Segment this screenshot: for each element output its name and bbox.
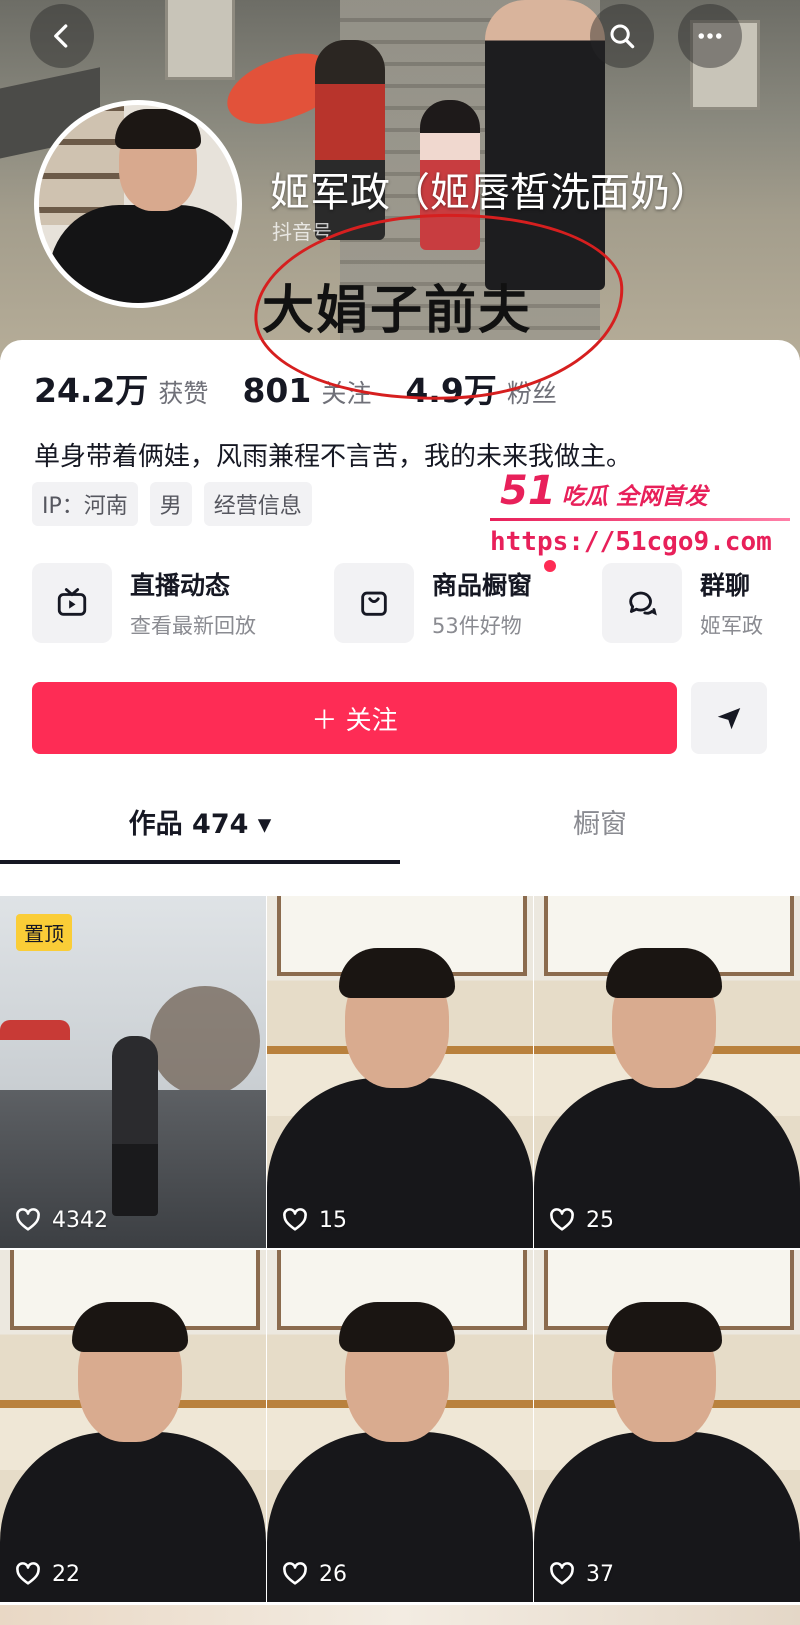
heart-icon xyxy=(16,1208,40,1231)
pinned-badge: 置顶 xyxy=(16,914,72,951)
heart-icon xyxy=(283,1208,307,1231)
thumb-hair xyxy=(606,1302,722,1352)
video-likes: 26 xyxy=(281,1560,347,1588)
thumb-hair xyxy=(339,1302,455,1352)
thumb-hair xyxy=(72,1302,188,1352)
likes-count: 24.2万 xyxy=(34,371,149,410)
back-button[interactable] xyxy=(30,4,94,68)
video-thumbnail[interactable]: 置顶 4342 xyxy=(0,896,266,1248)
feature-title: 群聊 xyxy=(700,571,751,600)
feature-icon-box xyxy=(334,563,414,643)
video-likes: 4342 xyxy=(14,1206,108,1234)
heart-icon xyxy=(550,1208,574,1231)
watermark-brand: 51 吃瓜 全网首发 xyxy=(500,468,790,514)
video-grid: 置顶 4342 15 25 22 26 37 xyxy=(0,896,800,1625)
likes-count: 26 xyxy=(319,1561,347,1587)
video-thumbnail[interactable]: 22 xyxy=(0,1250,266,1602)
likes-label: 获赞 xyxy=(158,379,209,408)
feature-subtitle: 53件好物 xyxy=(432,614,522,638)
video-thumbnail[interactable]: 37 xyxy=(534,1250,800,1602)
feature-icon-box xyxy=(602,563,682,643)
shopping-bag-icon xyxy=(361,591,387,616)
video-thumbnail[interactable]: 25 xyxy=(534,896,800,1248)
content-tabs: 作品 474 ▾ 橱窗 xyxy=(0,780,800,864)
heart-icon xyxy=(550,1562,574,1585)
likes-count: 37 xyxy=(586,1561,614,1587)
heart-icon xyxy=(16,1562,40,1585)
avatar[interactable] xyxy=(34,100,242,308)
watermark: 51 吃瓜 全网首发 https://51cgo9.com xyxy=(490,468,790,557)
watermark-divider xyxy=(490,518,790,521)
heart-icon xyxy=(283,1562,307,1585)
tab-showcase[interactable]: 橱窗 xyxy=(400,780,800,862)
video-likes: 22 xyxy=(14,1560,80,1588)
tag-business-info[interactable]: 经营信息 xyxy=(203,482,312,526)
feature-icon-box xyxy=(32,563,112,643)
tag-gender: 男 xyxy=(149,482,192,526)
feature-title: 直播动态 xyxy=(130,571,231,600)
search-icon xyxy=(610,24,635,49)
feature-entries: 直播动态 查看最新回放 商品橱窗 53件好物 群聊 姬军政 xyxy=(32,560,800,644)
profile-tags: IP：河南 男 经营信息 xyxy=(32,482,312,526)
watermark-text: 吃瓜 全网首发 xyxy=(561,484,708,510)
next-row-preview xyxy=(0,1605,800,1625)
thumb-person xyxy=(112,1036,158,1216)
profile-name: 姬军政（姬唇皙洗面奶） xyxy=(270,170,710,216)
more-button[interactable] xyxy=(678,4,742,68)
thumb-hair xyxy=(606,948,722,998)
feature-live-replay[interactable]: 直播动态 查看最新回放 xyxy=(32,562,256,644)
follow-button[interactable]: ＋ 关注 xyxy=(32,682,677,754)
tab-works[interactable]: 作品 474 ▾ xyxy=(0,780,400,862)
feature-subtitle: 查看最新回放 xyxy=(130,614,256,638)
video-likes: 37 xyxy=(548,1560,614,1588)
feature-product-showcase[interactable]: 商品橱窗 53件好物 xyxy=(334,560,556,644)
video-thumbnail[interactable]: 15 xyxy=(267,896,533,1248)
video-likes: 25 xyxy=(548,1206,614,1234)
thumb-umbrella xyxy=(0,1020,70,1040)
tv-icon xyxy=(57,588,87,616)
feature-title: 商品橱窗 xyxy=(432,571,533,600)
likes-count: 15 xyxy=(319,1207,347,1233)
more-icon xyxy=(698,33,722,39)
video-likes: 15 xyxy=(281,1206,347,1234)
video-thumbnail[interactable]: 26 xyxy=(267,1250,533,1602)
chat-icon xyxy=(629,591,657,616)
likes-count: 4342 xyxy=(52,1207,108,1233)
avatar-body xyxy=(49,205,237,303)
chevron-left-icon xyxy=(54,24,68,48)
send-icon xyxy=(717,708,741,730)
tag-ip-location: IP：河南 xyxy=(32,482,138,526)
search-button[interactable] xyxy=(590,4,654,68)
likes-count: 22 xyxy=(52,1561,80,1587)
notification-dot xyxy=(544,560,556,572)
thumb-tree xyxy=(150,986,260,1096)
following-count[interactable]: 801 xyxy=(242,371,311,410)
cover-stone-lantern xyxy=(165,0,235,80)
watermark-url: https://51cgo9.com xyxy=(490,527,772,557)
likes-count: 25 xyxy=(586,1207,614,1233)
avatar-hair xyxy=(115,109,201,149)
active-tab-indicator xyxy=(0,860,400,864)
thumb-hair xyxy=(339,948,455,998)
share-button[interactable] xyxy=(691,682,767,754)
feature-subtitle: 姬军政 xyxy=(700,614,763,638)
feature-group-chat[interactable]: 群聊 姬军政 xyxy=(602,562,763,644)
watermark-number: 51 xyxy=(500,468,556,514)
